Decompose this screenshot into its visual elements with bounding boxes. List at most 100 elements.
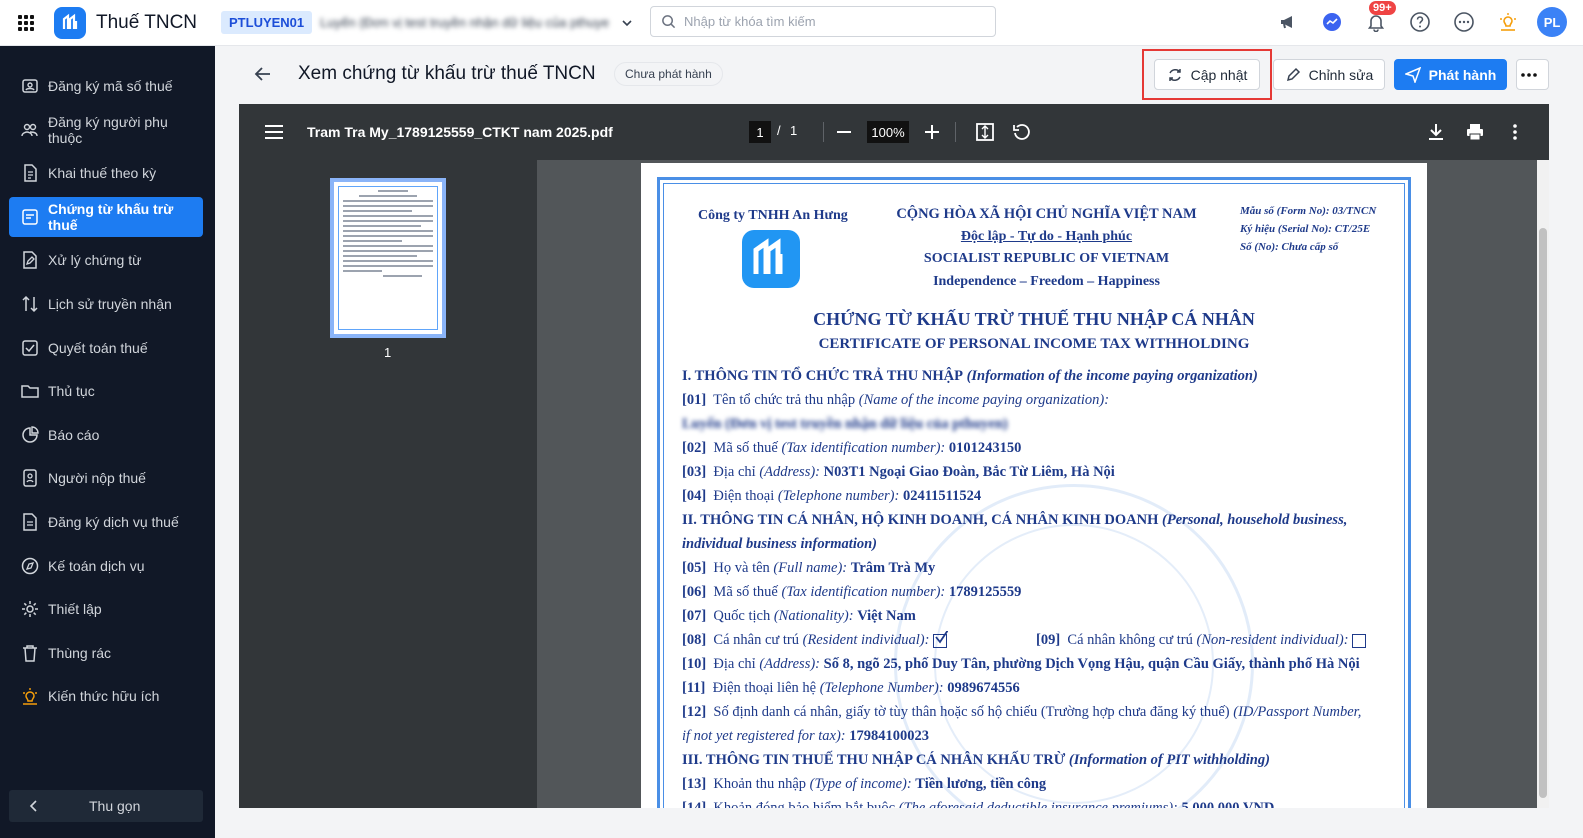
national-motto: Độc lập - Tự do - Hạnh phúc: [960, 229, 1133, 244]
sidebar-item-person-document[interactable]: Người nộp thuế: [9, 458, 203, 498]
form-number: Mẫu số (Form No): 03/TNCN: [1240, 205, 1377, 217]
menu-icon[interactable]: [265, 125, 283, 139]
section-2-heading-cont: individual business information): [682, 536, 877, 552]
chevron-left-icon: [29, 800, 37, 812]
viewer-scrollbar[interactable]: [1537, 160, 1549, 808]
pencil-icon: [1286, 67, 1300, 81]
sidebar-item-label: Kiến thức hữu ích: [48, 688, 160, 705]
org-name[interactable]: Luyến (Đơn vị test truyền nhận dữ liệu c…: [320, 15, 610, 30]
non-resident-checkbox: [1352, 633, 1367, 648]
more-horizontal-icon: [1520, 72, 1537, 77]
sidebar-item-gear[interactable]: Thiết lập: [9, 589, 203, 629]
sidebar-item-check-document[interactable]: Quyết toán thuế: [9, 328, 203, 368]
field-12: [12] Số định danh cá nhân, giấy tờ tùy t…: [682, 704, 1362, 720]
register-icon: [23, 513, 37, 531]
sidebar-item-transfer[interactable]: Lịch sử truyền nhận: [9, 284, 203, 324]
edit-document-icon: [23, 251, 37, 270]
back-arrow-icon[interactable]: [253, 64, 273, 84]
sidebar-item-register[interactable]: Đăng ký dịch vụ thuế: [9, 502, 203, 542]
section-3-heading: III. THÔNG TIN THUẾ THU NHẬP CÁ NHÂN KHẤ…: [682, 752, 1270, 768]
national-title-en: SOCIALIST REPUBLIC OF VIETNAM: [923, 251, 1170, 266]
field-08: [08] Cá nhân cư trú (Resident individual…: [682, 630, 949, 649]
sidebar-item-edit-document[interactable]: Xử lý chứng từ: [9, 240, 203, 280]
total-pages: 1: [790, 123, 798, 138]
sidebar-item-certificate[interactable]: Chứng từ khấu trừ thuế: [9, 196, 203, 237]
sidebar-item-people[interactable]: Đăng ký người phụ thuộc: [9, 110, 203, 150]
form-info: Mẫu số (Form No): 03/TNCN Ký hiệu (Seria…: [1240, 202, 1376, 256]
sidebar-item-document[interactable]: Khai thuế theo kỳ: [9, 153, 203, 193]
chevron-down-icon[interactable]: [620, 16, 634, 30]
scrollbar-thumb[interactable]: [1539, 228, 1547, 798]
download-icon[interactable]: [1428, 123, 1444, 141]
sidebar-item-compass[interactable]: Kế toán dịch vụ: [9, 546, 203, 586]
resident-checkbox-checked: [933, 630, 949, 648]
more-circle-icon[interactable]: [1449, 7, 1479, 37]
page-title: Xem chứng từ khấu trừ thuế TNCN: [298, 63, 596, 84]
field-06: [06] Mã số thuế (Tax identification numb…: [682, 584, 1022, 600]
send-icon: [1404, 66, 1421, 83]
search-icon: [662, 15, 676, 29]
org-code-badge[interactable]: PTLUYEN01: [221, 11, 313, 34]
help-icon[interactable]: [1405, 7, 1435, 37]
page-separator: /: [777, 123, 781, 138]
sidebar-nav: Đăng ký mã số thuế Đăng ký người phụ thuộ…: [0, 46, 215, 716]
collapse-button[interactable]: Thu gọn: [9, 790, 203, 822]
sidebar-item-label: Xử lý chứng từ: [48, 252, 142, 269]
more-button[interactable]: [1516, 59, 1549, 90]
field-01: [01] Tên tổ chức trả thu nhập (Name of t…: [682, 392, 1110, 408]
sidebar-item-label: Chứng từ khấu trừ thuế: [48, 200, 174, 233]
field-03: [03] Địa chỉ (Address): N03T1 Ngoại Giao…: [682, 464, 1115, 480]
fit-page-icon[interactable]: [976, 123, 994, 141]
sidebar-item-label: Báo cáo: [48, 426, 100, 443]
sidebar-item-lightbulb[interactable]: Kiến thức hữu ích: [9, 676, 203, 716]
field-01-value: Luyến (Đơn vị test truyền nhận dữ liệu c…: [682, 416, 1008, 432]
section-1-heading: I. THÔNG TIN TỔ CHỨC TRẢ THU NHẬP (Infor…: [682, 368, 1258, 384]
company-logo: [742, 230, 800, 288]
chat-icon[interactable]: [1317, 7, 1347, 37]
edit-button[interactable]: Chỉnh sửa: [1273, 59, 1385, 90]
national-title: CỘNG HÒA XÃ HỘI CHỦ NGHĨA VIỆT NAM: [896, 206, 1197, 222]
rotate-icon[interactable]: [1012, 123, 1030, 141]
field-12-cont: if not yet registered for tax): 17984100…: [682, 728, 929, 744]
sidebar-item-label: Lịch sử truyền nhận: [48, 295, 172, 312]
pdf-file-name: Tram Tra My_1789125559_CTKT nam 2025.pdf: [307, 124, 613, 140]
field-10: [10] Địa chỉ (Address): Số 8, ngõ 25, ph…: [682, 656, 1360, 672]
gear-icon: [22, 601, 38, 618]
folder-icon: [21, 385, 39, 398]
zoom-out-icon[interactable]: [837, 131, 851, 133]
sidebar-item-label: Thùng rác: [48, 644, 112, 661]
page-number-input[interactable]: 1: [749, 121, 771, 143]
compass-icon: [21, 557, 39, 574]
bell-icon[interactable]: 99+: [1361, 1, 1396, 37]
page-thumbnail[interactable]: [330, 178, 446, 338]
pdf-page: Công ty TNHH An Hưng CỘNG HÒA XÃ HỘI CHỦ…: [641, 163, 1427, 808]
app-title: Thuế TNCN: [96, 11, 198, 33]
zoom-in-icon[interactable]: [925, 125, 939, 139]
publish-button[interactable]: Phát hành: [1394, 59, 1507, 90]
transfer-icon: [22, 295, 38, 313]
print-icon[interactable]: [1466, 123, 1484, 141]
search-input[interactable]: Nhập từ khóa tìm kiếm: [650, 6, 996, 37]
pie-chart-icon: [22, 426, 39, 443]
lightbulb-icon: [23, 688, 37, 706]
check-document-icon: [22, 339, 38, 356]
pdf-viewer: Tram Tra My_1789125559_CTKT nam 2025.pdf…: [239, 104, 1549, 808]
people-icon: [21, 123, 38, 136]
app-grid-icon[interactable]: [18, 14, 34, 31]
field-04: [04] Điện thoại (Telephone number): 0241…: [682, 488, 982, 504]
page-header: Xem chứng từ khấu trừ thuế TNCN Chưa phá…: [215, 46, 1583, 102]
notification-badge: 99+: [1369, 1, 1396, 15]
zoom-level[interactable]: 100%: [867, 121, 909, 143]
app-logo[interactable]: [54, 6, 86, 39]
lightbulb-icon[interactable]: [1493, 7, 1523, 37]
avatar[interactable]: PL: [1537, 7, 1567, 37]
more-vertical-icon[interactable]: [1513, 124, 1517, 140]
sidebar-item-id-card[interactable]: Đăng ký mã số thuế: [9, 66, 203, 106]
field-09: [09] Cá nhân không cư trú (Non-resident …: [1036, 632, 1367, 649]
sidebar-item-folder[interactable]: Thủ tục: [9, 371, 203, 411]
megaphone-icon[interactable]: [1273, 7, 1303, 37]
field-11: [11] Điện thoại liên hệ (Telephone Numbe…: [682, 680, 1020, 696]
sidebar-item-trash[interactable]: Thùng rác: [9, 633, 203, 673]
sidebar-item-pie-chart[interactable]: Báo cáo: [9, 415, 203, 455]
id-card-icon: [22, 79, 38, 93]
